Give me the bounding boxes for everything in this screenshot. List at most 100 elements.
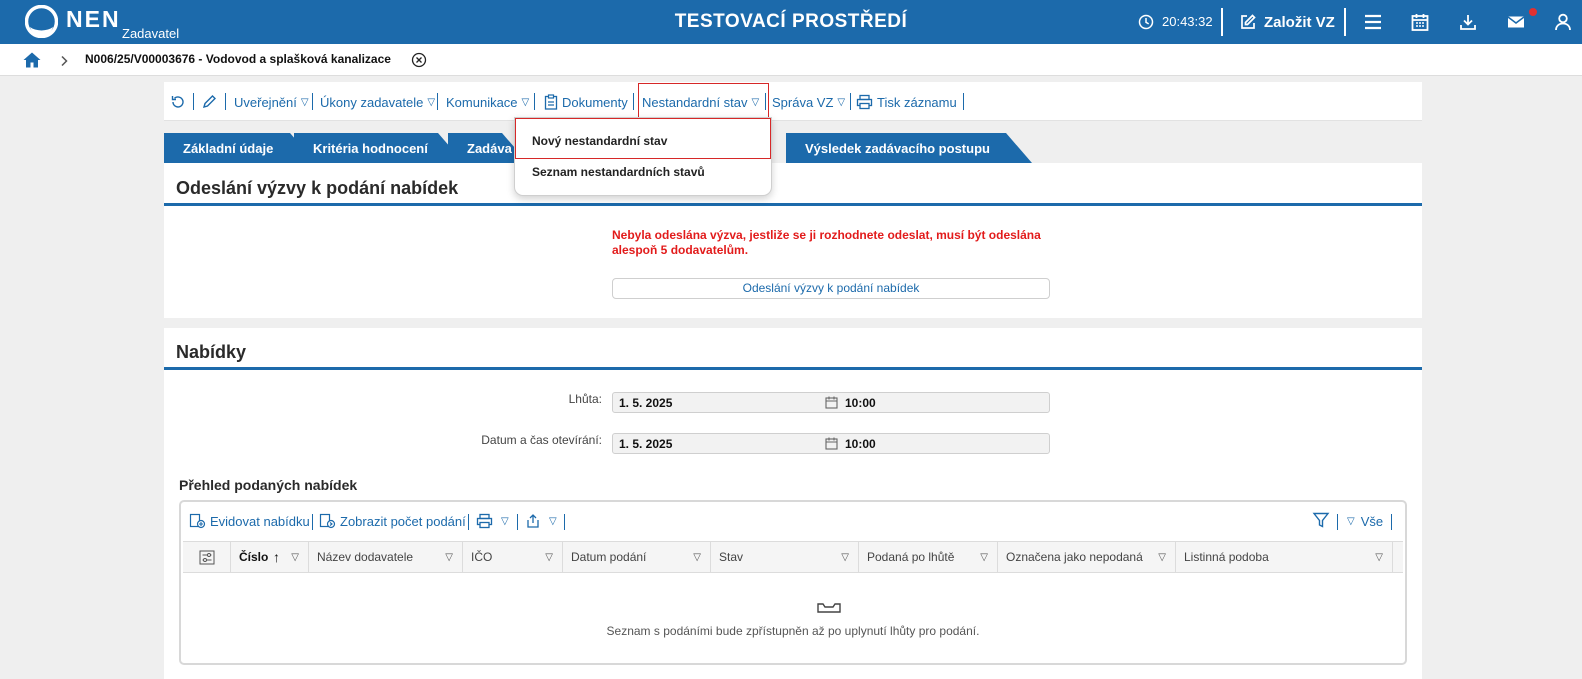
send-invitation-button[interactable]: Odeslání výzvy k podání nabídek — [612, 278, 1050, 299]
menu-uverejneni[interactable]: Uveřejnění ▽ — [234, 92, 309, 112]
offers-grid: Evidovat nabídku Zobrazit počet podání ▽… — [179, 500, 1407, 665]
column-filter-icon[interactable]: ▽ — [980, 542, 988, 573]
menu-komunikace[interactable]: Komunikace ▽ — [446, 92, 529, 112]
menu-komunikace-label: Komunikace — [446, 94, 518, 110]
refresh-button[interactable] — [170, 92, 190, 112]
invitation-warning: Nebyla odeslána výzva, jestliže se ji ro… — [612, 228, 1041, 257]
calendar-icon[interactable] — [1410, 12, 1430, 32]
toolbar-separator — [225, 93, 226, 110]
dropdown-arrow-icon: ▽ — [501, 515, 509, 527]
column-filter-icon[interactable]: ▽ — [693, 542, 701, 573]
menu-dokumenty[interactable]: Dokumenty — [544, 92, 628, 112]
menu-uverejneni-label: Uveřejnění — [234, 94, 297, 110]
toolbar-separator — [633, 93, 634, 110]
printer-icon — [476, 513, 493, 529]
menu-ukony-label: Úkony zadavatele — [320, 94, 424, 110]
grid-print-menu[interactable]: ▽ — [476, 512, 509, 530]
clipboard-icon — [544, 94, 558, 110]
menu-tisk-zaznamu[interactable]: Tisk záznamu — [856, 92, 957, 112]
column-header-stav[interactable]: Stav ▽ — [711, 542, 859, 573]
menu-item-new-nonstandard-state[interactable]: Nový nestandardní stav — [532, 134, 667, 148]
close-icon[interactable] — [411, 52, 427, 68]
top-bar: NEN Zadavatel TESTOVACÍ PROSTŘEDÍ 20:43:… — [0, 0, 1582, 44]
dropdown-arrow-icon: ▽ — [427, 96, 436, 108]
tab-zakladni-udaje[interactable]: Základní údaje — [164, 133, 316, 163]
toolbar-separator — [1391, 514, 1392, 530]
toolbar-separator — [963, 93, 964, 110]
menu-ukony-zadavatele[interactable]: Úkony zadavatele ▽ — [320, 92, 435, 112]
breadcrumb: N006/25/V00003676 - Vodovod a splašková … — [0, 44, 1582, 76]
calendar-icon — [825, 396, 838, 409]
column-header-ico[interactable]: IČO ▽ — [463, 542, 563, 573]
tab-label: Základní údaje — [183, 140, 274, 156]
grid-export-menu[interactable]: ▽ — [525, 512, 557, 530]
menu-tisk-label: Tisk záznamu — [877, 94, 957, 110]
dropdown-arrow-icon: ▽ — [549, 515, 557, 527]
record-offer-label: Evidovat nabídku — [210, 513, 310, 529]
opening-date: 1. 5. 2025 — [619, 437, 673, 451]
edit-button[interactable] — [201, 92, 221, 112]
settings-sliders-icon — [199, 550, 215, 565]
column-header-cislo[interactable]: Číslo ↑ ▽ — [231, 542, 309, 573]
column-header-oznacena-jako-nepodana[interactable]: Označena jako nepodaná ▽ — [998, 542, 1176, 573]
toolbar-separator — [534, 93, 535, 110]
toolbar-separator — [850, 93, 851, 110]
dropdown-arrow-icon: ▽ — [300, 96, 309, 108]
column-label: Číslo — [239, 550, 269, 564]
tab-label: Kritéria hodnocení — [313, 140, 428, 156]
column-header-nazev-dodavatele[interactable]: Název dodavatele ▽ — [309, 542, 463, 573]
printer-icon — [856, 94, 873, 110]
column-filter-icon[interactable]: ▽ — [291, 542, 299, 573]
grid-empty-message: Seznam s podáními bude zpřístupněn až po… — [606, 624, 980, 638]
section-divider — [164, 367, 1422, 370]
column-filter-icon[interactable]: ▽ — [1375, 542, 1383, 573]
column-header-datum-podani[interactable]: Datum podání ▽ — [563, 542, 711, 573]
sort-asc-icon: ↑ — [273, 549, 280, 565]
filter-all-label: Vše — [1360, 513, 1384, 529]
menu-item-nonstandard-states-list[interactable]: Seznam nestandardních stavů — [532, 165, 705, 179]
tab-label: Výsledek zadávacího postupu — [805, 140, 990, 156]
show-count-icon — [319, 513, 336, 529]
tab-kriteria-hodnoceni[interactable]: Kritéria hodnocení — [294, 133, 464, 163]
create-vz-button[interactable]: Založit VZ — [1239, 11, 1335, 33]
refresh-icon — [171, 96, 184, 108]
edit-icon — [1241, 14, 1256, 29]
tab-vysledek[interactable]: Výsledek zadávacího postupu — [786, 133, 1032, 163]
create-vz-label: Založit VZ — [1264, 13, 1335, 31]
column-filter-icon[interactable]: ▽ — [841, 542, 849, 573]
nestandardni-stav-dropdown: Nový nestandardní stav Seznam nestandard… — [514, 117, 772, 196]
show-count-button[interactable]: Zobrazit počet podání — [319, 512, 466, 530]
opening-label: Datum a čas otevírání: — [481, 433, 602, 447]
column-filter-icon[interactable]: ▽ — [545, 542, 553, 573]
column-label: Název dodavatele — [317, 550, 414, 564]
opening-time: 10:00 — [845, 437, 876, 451]
toolbar-separator — [312, 514, 313, 530]
download-icon[interactable] — [1458, 12, 1478, 32]
record-offer-button[interactable]: Evidovat nabídku — [189, 512, 310, 530]
home-icon[interactable] — [22, 51, 42, 69]
dropdown-arrow-icon: ▽ — [1347, 515, 1355, 527]
pencil-icon — [202, 95, 216, 109]
dropdown-arrow-icon: ▽ — [521, 96, 530, 108]
deadline-field: 1. 5. 2025 10:00 — [612, 392, 1050, 413]
mail-icon[interactable] — [1506, 12, 1526, 32]
column-filter-icon[interactable]: ▽ — [1158, 542, 1166, 573]
deadline-time: 10:00 — [845, 396, 876, 410]
toolbar-separator — [193, 93, 194, 110]
filter-icon[interactable] — [1312, 511, 1330, 529]
column-header-listinna-podoba[interactable]: Listinná podoba ▽ — [1176, 542, 1393, 573]
breadcrumb-current[interactable]: N006/25/V00003676 - Vodovod a splašková … — [85, 52, 391, 66]
menu-sprava-label: Správa VZ — [772, 94, 834, 110]
menu-dokumenty-label: Dokumenty — [562, 94, 628, 110]
menu-sprava-vz[interactable]: Správa VZ ▽ — [772, 92, 845, 112]
export-icon — [527, 514, 539, 528]
user-icon[interactable] — [1553, 12, 1573, 32]
calendar-icon — [825, 437, 838, 450]
clock-icon — [1138, 14, 1154, 30]
menu-icon[interactable] — [1363, 12, 1383, 32]
header-divider — [1344, 8, 1346, 36]
filter-all-select[interactable]: ▽ Vše — [1347, 512, 1383, 530]
column-header-podana-po-lhute[interactable]: Podaná po lhůtě ▽ — [859, 542, 998, 573]
column-filter-icon[interactable]: ▽ — [445, 542, 453, 573]
column-settings-button[interactable] — [183, 542, 231, 573]
